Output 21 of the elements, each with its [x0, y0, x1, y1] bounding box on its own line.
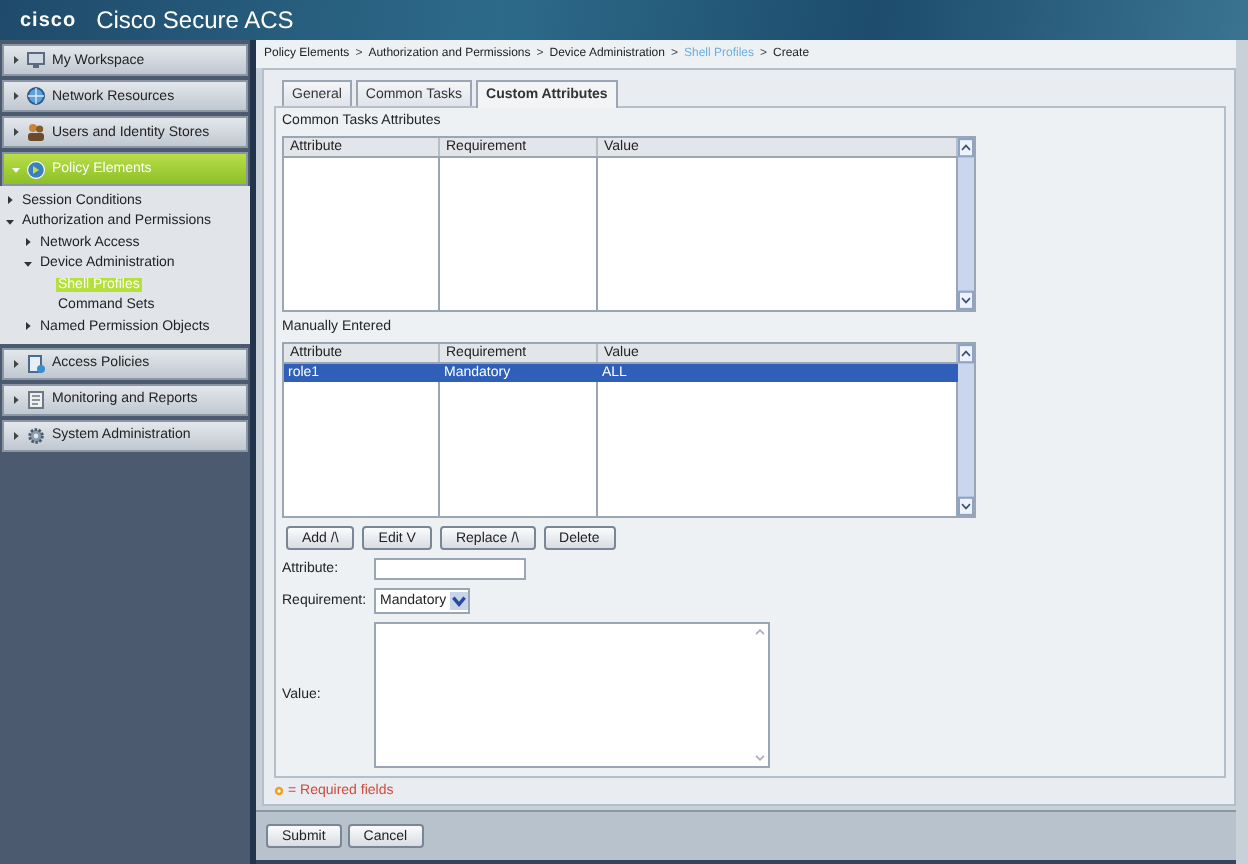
- users-icon: [26, 122, 46, 142]
- expanded-arrow-icon[interactable]: [6, 217, 14, 226]
- scrollbar[interactable]: [958, 138, 974, 310]
- expanded-arrow-icon[interactable]: [24, 259, 32, 268]
- required-icon: [274, 785, 284, 795]
- app-title: Cisco Secure ACS: [96, 6, 294, 34]
- policy-icon: [26, 159, 46, 179]
- logo: cisco: [20, 9, 77, 31]
- caret-icon: [450, 592, 469, 610]
- scrollbar[interactable]: [958, 344, 974, 516]
- globe-icon: [26, 86, 46, 106]
- value-field[interactable]: [374, 622, 770, 768]
- collapsed-arrow-icon[interactable]: [6, 196, 14, 205]
- settings-icon: [26, 425, 46, 445]
- collapsed-arrow-icon[interactable]: [24, 322, 32, 331]
- scrollbar: [752, 624, 768, 766]
- report-icon: [26, 389, 46, 409]
- collapsed-arrow-icon[interactable]: [24, 238, 32, 247]
- document-icon: [26, 353, 46, 373]
- monitor-icon: [26, 50, 46, 70]
- attribute-field[interactable]: [374, 558, 526, 580]
